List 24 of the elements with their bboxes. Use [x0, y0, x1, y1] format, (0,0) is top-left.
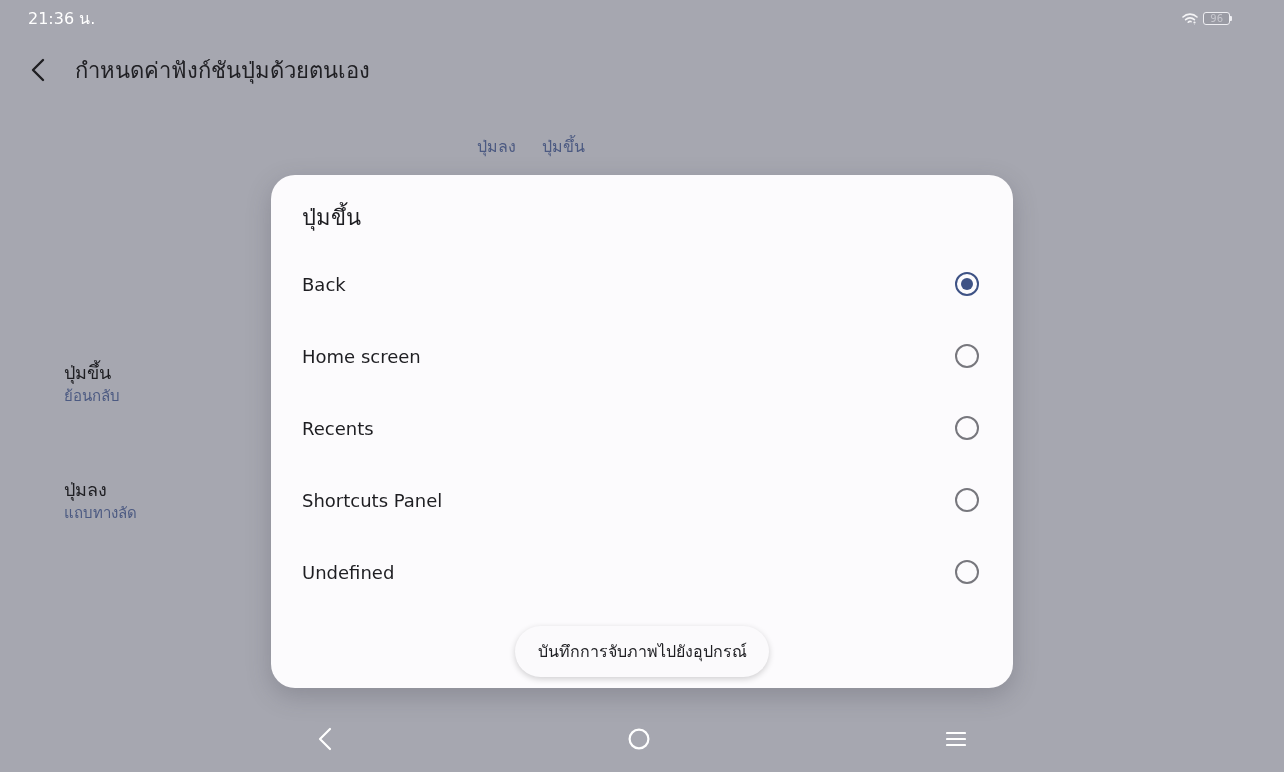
page-title: กำหนดค่าฟังก์ชันปุ่มด้วยตนเอง	[75, 56, 370, 86]
button-label: ปุ่มขึ้น	[542, 135, 585, 159]
button-label: ปุ่มลง	[477, 136, 516, 159]
radio-button[interactable]	[955, 344, 979, 368]
radio-button[interactable]	[955, 560, 979, 584]
radio-option[interactable]: Shortcuts Panel	[302, 464, 979, 536]
radio-option[interactable]: Undefined	[302, 536, 979, 608]
radio-option[interactable]: Back	[302, 248, 979, 320]
setting-value: ย้อนกลับ	[64, 386, 120, 407]
toast-message: บันทึกการจับภาพไปยังอุปกรณ์	[515, 626, 769, 677]
setting-value: แถบทางลัด	[64, 503, 137, 524]
setting-title: ปุ่มลง	[64, 478, 107, 502]
radio-button[interactable]	[955, 416, 979, 440]
dialog-title: ปุ่มขึ้น	[302, 201, 979, 235]
radio-option[interactable]: Recents	[302, 392, 979, 464]
wifi-icon	[1182, 11, 1199, 25]
radio-option[interactable]: Home screen	[302, 320, 979, 392]
radio-button[interactable]	[955, 272, 979, 296]
home-icon[interactable]	[628, 728, 650, 750]
back-icon[interactable]	[31, 58, 45, 82]
setting-title: ปุ่มขึ้น	[64, 360, 111, 385]
radio-button[interactable]	[955, 488, 979, 512]
status-time: 21:36 น.	[28, 7, 96, 30]
menu-icon[interactable]	[946, 731, 966, 747]
